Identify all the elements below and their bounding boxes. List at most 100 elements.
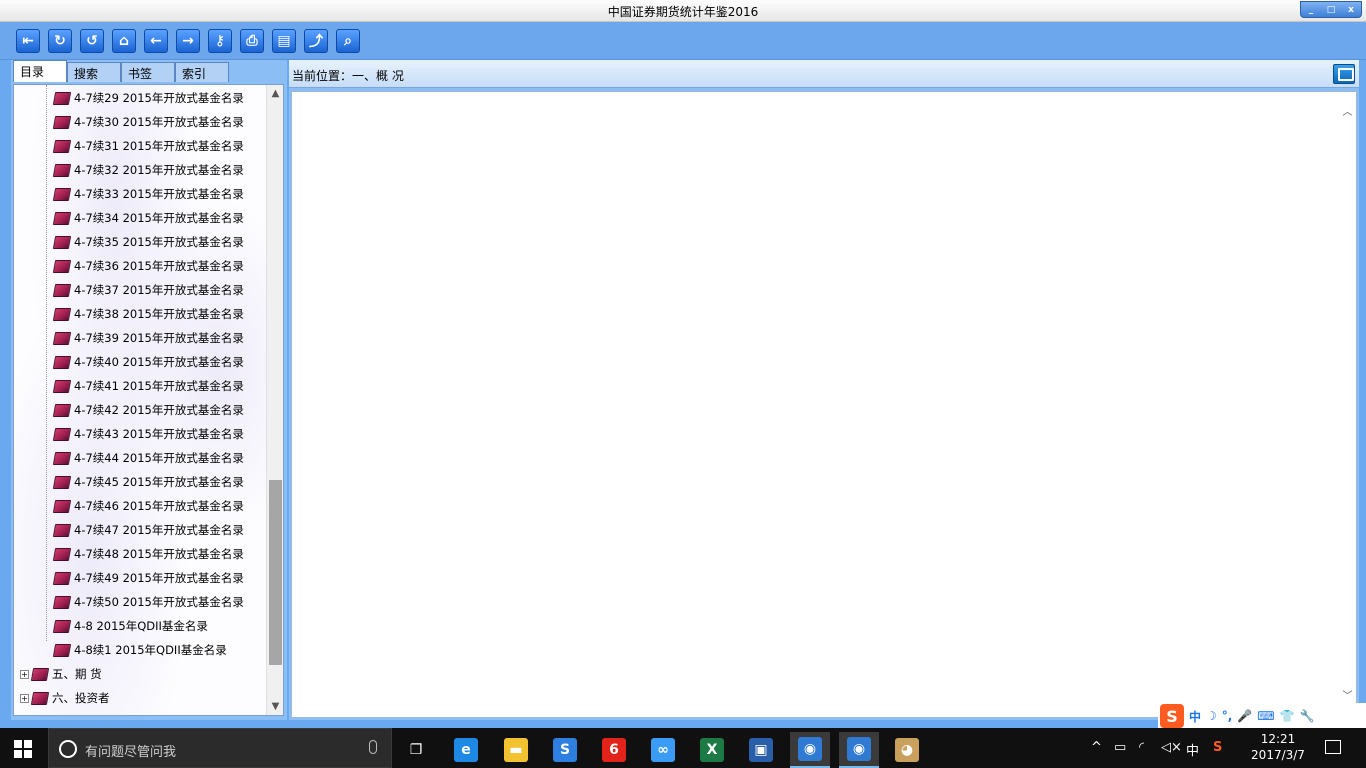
tab-search[interactable]: 搜索 bbox=[67, 62, 121, 82]
tree-item[interactable]: + 六、投资者 bbox=[20, 688, 110, 708]
tree-item[interactable]: 4-7续37 2015年开放式基金名录 bbox=[52, 280, 244, 300]
clock[interactable]: 12:21 2017/3/7 bbox=[1242, 731, 1314, 763]
tree-item[interactable]: 4-7续50 2015年开放式基金名录 bbox=[52, 592, 244, 612]
windows-start-icon[interactable] bbox=[14, 740, 32, 758]
book-icon bbox=[52, 91, 72, 105]
book-icon bbox=[52, 379, 72, 393]
tree-item[interactable]: + 五、期 货 bbox=[20, 664, 102, 684]
window-title: 中国证券期货统计年鉴2016 bbox=[607, 5, 759, 19]
home-icon[interactable]: ⌂ bbox=[112, 29, 136, 53]
tree-scrollbar[interactable]: ▲ ▼ bbox=[266, 85, 283, 715]
ime-settings-icon[interactable]: 🔧 bbox=[1300, 709, 1315, 723]
tree-item[interactable]: 4-7续48 2015年开放式基金名录 bbox=[52, 544, 244, 564]
paint-taskbar-button[interactable]: ◕ bbox=[887, 732, 927, 768]
print-icon[interactable]: ⎙ bbox=[240, 29, 264, 53]
volume-muted-icon[interactable]: ◁× bbox=[1161, 740, 1182, 755]
export-icon[interactable]: ⤴ bbox=[304, 29, 328, 53]
tree-item[interactable]: 4-7续31 2015年开放式基金名录 bbox=[52, 136, 244, 156]
tree-item[interactable]: 4-7续43 2015年开放式基金名录 bbox=[52, 424, 244, 444]
tree-item[interactable]: 4-7续39 2015年开放式基金名录 bbox=[52, 328, 244, 348]
sogou-browser-taskbar-button[interactable]: S bbox=[545, 732, 585, 768]
fullscreen-icon[interactable] bbox=[1333, 64, 1355, 84]
book-icon bbox=[52, 595, 72, 609]
tree-item[interactable]: 4-7续38 2015年开放式基金名录 bbox=[52, 304, 244, 324]
book-icon bbox=[52, 619, 72, 633]
exit-icon[interactable]: ⇤ bbox=[16, 29, 40, 53]
netease-music-taskbar-button[interactable]: 6 bbox=[594, 732, 634, 768]
sogou-tray-icon[interactable]: S bbox=[1213, 740, 1222, 755]
expand-icon[interactable]: + bbox=[20, 693, 29, 703]
action-center-icon[interactable] bbox=[1325, 740, 1341, 754]
tree-item[interactable]: 4-7续35 2015年开放式基金名录 bbox=[52, 232, 244, 252]
tab-index[interactable]: 索引 bbox=[175, 62, 229, 82]
tree-item[interactable]: 4-7续34 2015年开放式基金名录 bbox=[52, 208, 244, 228]
forward-arrow-icon[interactable]: → bbox=[176, 29, 200, 53]
tab-bookmarks[interactable]: 书签 bbox=[121, 62, 175, 82]
scroll-up-icon[interactable]: ▲ bbox=[267, 85, 283, 102]
tree-item[interactable]: 4-7续42 2015年开放式基金名录 bbox=[52, 400, 244, 420]
undo-icon[interactable]: ↺ bbox=[80, 29, 104, 53]
tree-item[interactable]: 4-7续47 2015年开放式基金名录 bbox=[52, 520, 244, 540]
notes-icon[interactable]: ▤ bbox=[272, 29, 296, 53]
tree-item-label: 4-7续37 2015年开放式基金名录 bbox=[74, 283, 244, 297]
tree-item[interactable]: 4-7续45 2015年开放式基金名录 bbox=[52, 472, 244, 492]
refresh-icon[interactable]: ↻ bbox=[48, 29, 72, 53]
sogou-ime-logo[interactable]: S bbox=[1160, 704, 1184, 728]
excel-taskbar-button[interactable]: X bbox=[692, 732, 732, 768]
maximize-button[interactable]: □ bbox=[1322, 5, 1340, 15]
ime-punctuation-icon[interactable]: °, bbox=[1222, 709, 1233, 723]
document-view[interactable]: ︿ ﹀ bbox=[291, 91, 1357, 718]
file-explorer-taskbar-button[interactable]: ▬ bbox=[496, 732, 536, 768]
tree-item-label: 4-7续38 2015年开放式基金名录 bbox=[74, 307, 244, 321]
reader-taskbar-button[interactable]: ▣ bbox=[741, 732, 781, 768]
cortana-search-box[interactable]: 有问题尽管问我 bbox=[48, 728, 392, 768]
tree-item-label: 4-7续29 2015年开放式基金名录 bbox=[74, 91, 244, 105]
expand-icon[interactable]: + bbox=[20, 669, 29, 679]
tree-item[interactable]: 4-8续1 2015年QDII基金名录 bbox=[52, 640, 227, 660]
input-language[interactable]: 中 bbox=[1186, 740, 1199, 759]
tree-item[interactable]: 4-7续41 2015年开放式基金名录 bbox=[52, 376, 244, 396]
tree-item[interactable]: 4-7续44 2015年开放式基金名录 bbox=[52, 448, 244, 468]
tree-item[interactable]: 4-7续29 2015年开放式基金名录 bbox=[52, 88, 244, 108]
tree-item[interactable]: 4-7续32 2015年开放式基金名录 bbox=[52, 160, 244, 180]
tree-item[interactable]: 4-7续49 2015年开放式基金名录 bbox=[52, 568, 244, 588]
close-button[interactable]: x bbox=[1342, 5, 1360, 15]
tree-item[interactable]: 4-7续30 2015年开放式基金名录 bbox=[52, 112, 244, 132]
scroll-down-icon[interactable]: ▼ bbox=[267, 698, 283, 715]
task-view-taskbar-button[interactable]: ❐ bbox=[396, 732, 436, 768]
ebook-app-2-taskbar-button[interactable]: ◉ bbox=[839, 732, 879, 768]
tree-item[interactable]: 4-7续33 2015年开放式基金名录 bbox=[52, 184, 244, 204]
network-icon[interactable]: ◜ bbox=[1139, 740, 1144, 755]
microphone-icon[interactable] bbox=[369, 740, 377, 754]
task-view-icon: ❐ bbox=[404, 738, 428, 762]
search-doc-icon[interactable]: ⌕ bbox=[336, 29, 360, 53]
minimize-button[interactable]: _ bbox=[1302, 5, 1320, 15]
tree-item[interactable]: 4-7续46 2015年开放式基金名录 bbox=[52, 496, 244, 516]
tab-contents[interactable]: 目录 bbox=[13, 60, 67, 82]
tree-item-label: 4-7续41 2015年开放式基金名录 bbox=[74, 379, 244, 393]
title-bar[interactable]: 中国证券期货统计年鉴2016 _ □ x bbox=[0, 0, 1366, 22]
baidu-netdisk-taskbar-button[interactable]: ∞ bbox=[643, 732, 683, 768]
left-panel: 目录 搜索 书签 索引 4-7续29 2015年开放式基金名录 4-7续30 20… bbox=[11, 60, 287, 720]
key-icon[interactable]: ⚷ bbox=[208, 29, 232, 53]
ime-keyboard-icon[interactable]: ⌨ bbox=[1257, 709, 1274, 723]
battery-icon[interactable]: ▭ bbox=[1114, 740, 1126, 755]
ime-skin-icon[interactable]: 👕 bbox=[1280, 709, 1295, 723]
show-hidden-icons-chevron[interactable]: ^ bbox=[1091, 740, 1102, 755]
tree-item[interactable]: 4-7续40 2015年开放式基金名录 bbox=[52, 352, 244, 372]
scroll-up-icon[interactable]: ︿ bbox=[1339, 104, 1356, 121]
scroll-thumb[interactable] bbox=[269, 480, 282, 665]
ime-halfwidth-icon[interactable]: ☽ bbox=[1206, 709, 1217, 723]
contents-tree[interactable]: 4-7续29 2015年开放式基金名录 4-7续30 2015年开放式基金名录 4-… bbox=[13, 84, 284, 716]
document-scrollbar[interactable]: ︿ ﹀ bbox=[1339, 92, 1356, 717]
excel-icon: X bbox=[700, 738, 724, 762]
ime-chinese-mode[interactable]: 中 bbox=[1189, 708, 1201, 725]
tree-item-label: 六、投资者 bbox=[52, 691, 110, 705]
tree-item[interactable]: 4-7续36 2015年开放式基金名录 bbox=[52, 256, 244, 276]
tree-item-label: 4-7续45 2015年开放式基金名录 bbox=[74, 475, 244, 489]
back-arrow-icon[interactable]: ← bbox=[144, 29, 168, 53]
tree-item[interactable]: 4-8 2015年QDII基金名录 bbox=[52, 616, 208, 636]
ebook-app-1-taskbar-button[interactable]: ◉ bbox=[790, 732, 830, 768]
ime-voice-icon[interactable]: 🎤 bbox=[1237, 709, 1252, 723]
edge-taskbar-button[interactable]: e bbox=[446, 732, 486, 768]
